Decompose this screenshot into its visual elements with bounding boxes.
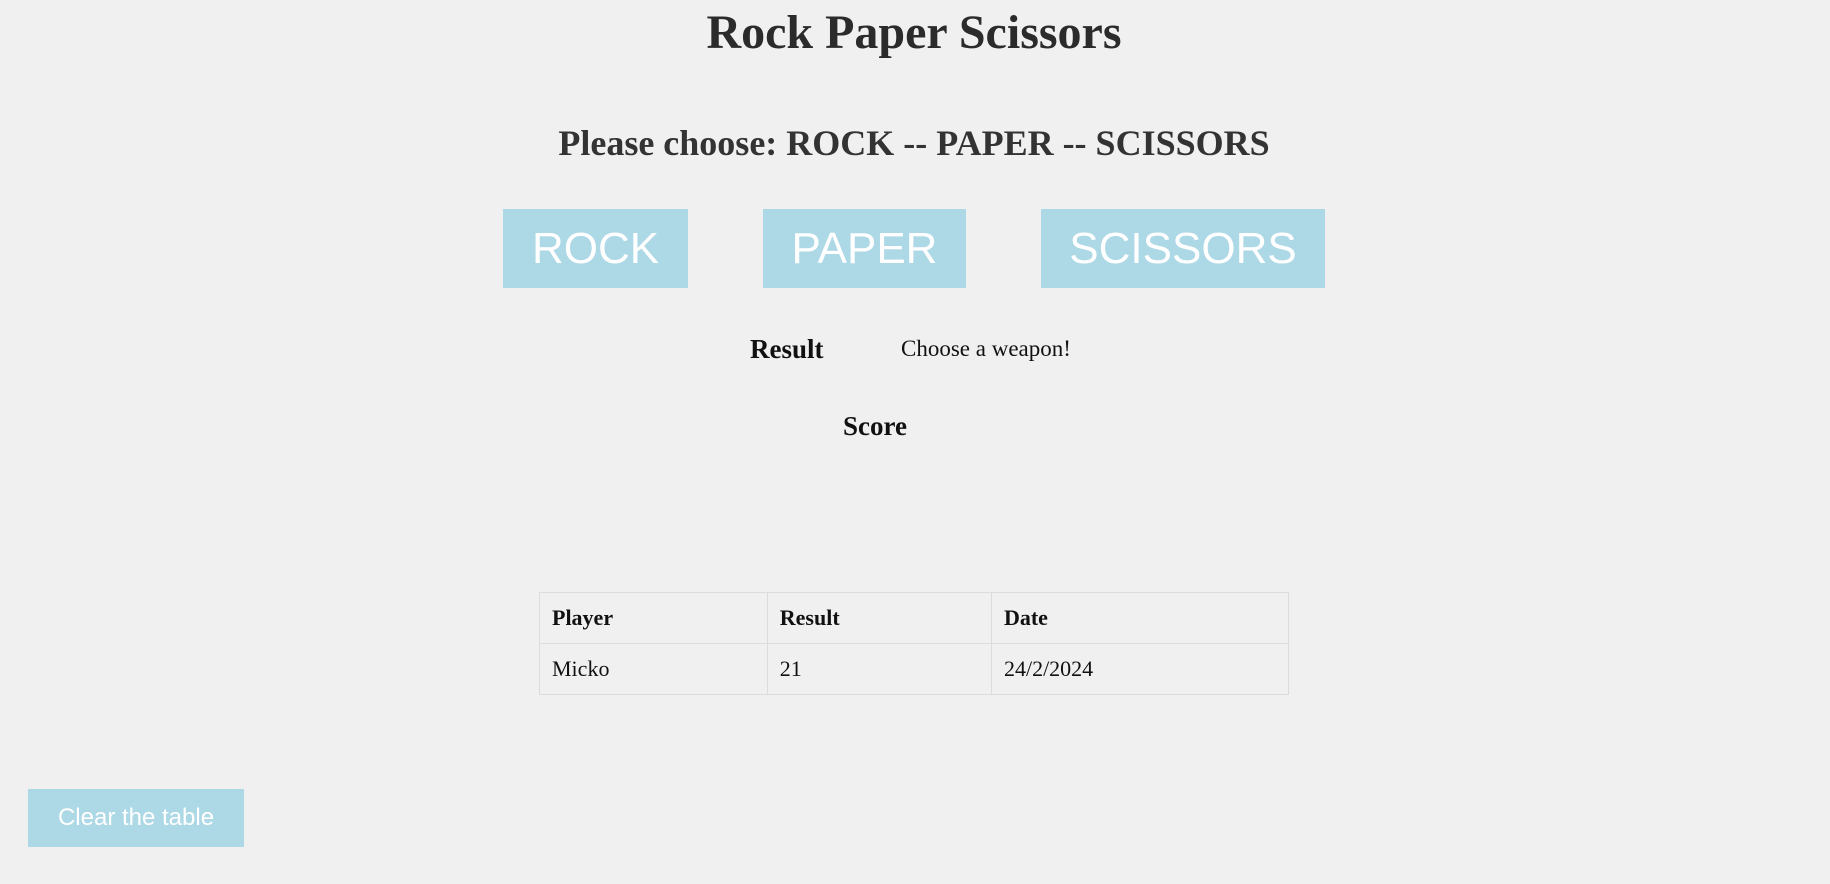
column-header-player: Player xyxy=(539,592,768,644)
score-label: Score xyxy=(843,411,907,441)
column-header-result: Result xyxy=(766,592,992,644)
scissors-button[interactable]: SCISSORS xyxy=(1041,209,1325,288)
cell-player: Micko xyxy=(539,643,768,695)
cell-result: 21 xyxy=(766,643,992,695)
page-title: Rock Paper Scissors xyxy=(706,6,1122,59)
paper-button[interactable]: PAPER xyxy=(763,209,966,288)
rock-button[interactable]: ROCK xyxy=(503,209,688,288)
table-header-row: Player Result Date xyxy=(539,592,1290,644)
result-message: Choose a weapon! xyxy=(901,336,1071,361)
clear-table-button[interactable]: Clear the table xyxy=(28,789,244,847)
column-header-date: Date xyxy=(990,592,1290,644)
cell-date: 24/2/2024 xyxy=(990,643,1290,695)
choose-prompt: Please choose: ROCK -- PAPER -- SCISSORS xyxy=(558,123,1270,163)
score-table: Player Result Date Micko 21 24/2/2024 xyxy=(539,592,1290,695)
table-row: Micko 21 24/2/2024 xyxy=(539,643,1290,695)
result-label: Result xyxy=(750,334,824,364)
